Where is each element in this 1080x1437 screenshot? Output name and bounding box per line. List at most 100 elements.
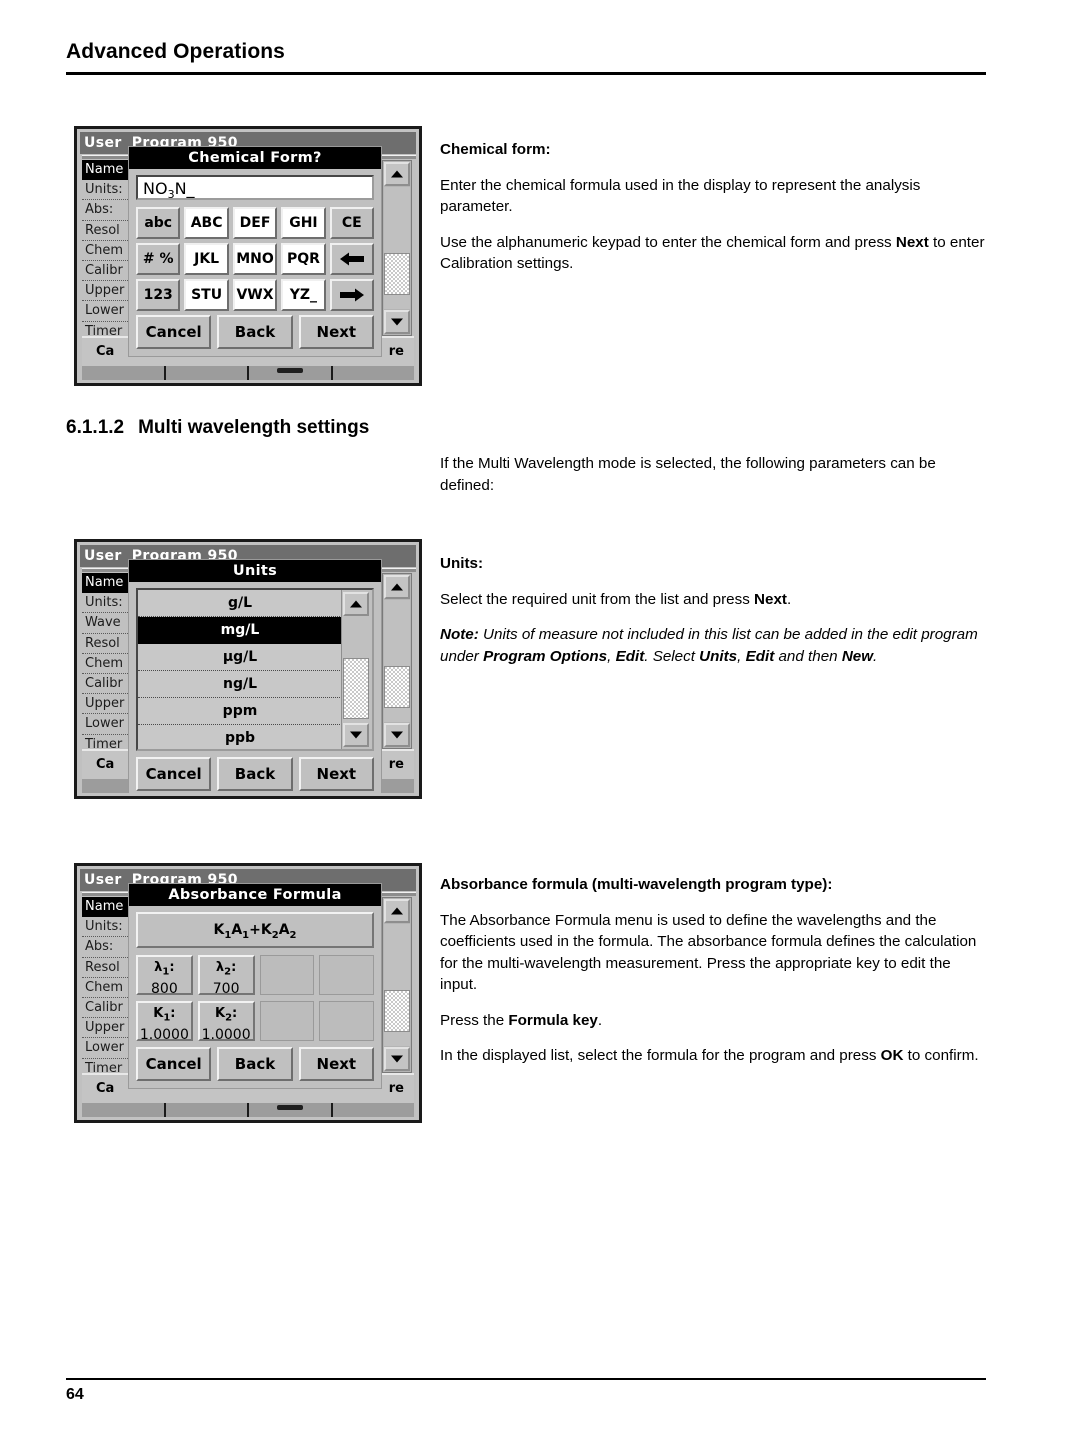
cancel-button[interactable]: Cancel <box>136 1047 212 1081</box>
wavelength-1-cell[interactable]: λ1: 800 <box>136 955 193 997</box>
coefficient-3-cell-empty[interactable] <box>259 1001 315 1041</box>
scroll-up-button[interactable] <box>384 162 410 186</box>
scrollbar-thumb[interactable] <box>384 253 410 295</box>
bottom-bar-left-label[interactable]: Ca <box>96 338 114 366</box>
back-button[interactable]: Back <box>217 757 293 791</box>
arrow-left-icon <box>339 252 364 266</box>
units-listbox[interactable]: g/L mg/L µg/L ng/L ppm ppb <box>136 588 374 751</box>
scrollbar-track[interactable] <box>384 924 410 1046</box>
next-button[interactable]: Next <box>298 315 374 349</box>
units-list-scrollbar[interactable] <box>341 590 372 749</box>
absorbance-paragraph-3: In the displayed list, select the formul… <box>440 1047 979 1064</box>
absorbance-paragraph-1: The Absorbance Formula menu is used to d… <box>440 911 977 994</box>
scrollbar-track[interactable] <box>384 187 410 309</box>
wavelength-row: λ1: 800 λ2: 700 <box>136 955 374 997</box>
key-DEF[interactable]: DEF <box>232 207 278 239</box>
scroll-down-button[interactable] <box>343 723 369 747</box>
next-button[interactable]: Next <box>298 1047 374 1081</box>
dialog-body: g/L mg/L µg/L ng/L ppm ppb Cancel Back N… <box>129 582 381 793</box>
next-button[interactable]: Next <box>298 757 374 791</box>
absorbance-paragraph-2: Press the Formula key. <box>440 1011 603 1029</box>
back-button[interactable]: Back <box>217 1047 293 1081</box>
wavelength-2-cell[interactable]: λ2: 700 <box>197 955 255 997</box>
bottom-bar-right-label[interactable]: re <box>389 338 404 366</box>
wavelength-3-cell-empty[interactable] <box>259 955 315 995</box>
key-cursor-right[interactable] <box>329 279 375 311</box>
scrollbar-track[interactable] <box>343 618 369 721</box>
formula-key-button[interactable]: K1A1+K2A2 <box>136 912 374 948</box>
units-paragraph-1: Select the required unit from the list a… <box>440 590 792 608</box>
key-STU[interactable]: STU <box>184 279 229 311</box>
coefficient-row: K1: 1.0000 K2: 1.0000 <box>136 1001 374 1043</box>
absorbance-formula-dialog: Absorbance Formula K1A1+K2A2 λ1: 800 λ2:… <box>128 883 382 1089</box>
units-dialog: Units g/L mg/L µg/L ng/L ppm ppb Cancel … <box>128 559 382 793</box>
units-list-item[interactable]: ng/L <box>138 671 342 698</box>
key-YZ[interactable]: YZ_ <box>281 279 326 311</box>
background-scrollbar[interactable] <box>382 897 412 1073</box>
dialog-title: Chemical Form? <box>129 147 381 169</box>
key-VWX[interactable]: VWX <box>232 279 278 311</box>
coefficient-1-label: K1: <box>153 1006 176 1024</box>
screenshot-units: User Program 950 Name Units: Wave Resol C… <box>74 539 422 799</box>
coefficient-1-value: 1.0000 <box>139 1026 189 1043</box>
wavelength-1-value: 800 <box>151 980 178 997</box>
header-rule <box>66 72 986 75</box>
key-ABC[interactable]: ABC <box>184 207 229 239</box>
chemical-form-input[interactable]: NO3N_ <box>136 175 374 201</box>
key-symbols[interactable]: # % <box>136 243 181 275</box>
back-button[interactable]: Back <box>217 315 293 349</box>
scroll-down-button[interactable] <box>384 723 410 747</box>
dialog-title: Absorbance Formula <box>129 884 381 906</box>
app-tab[interactable] <box>332 1103 414 1117</box>
app-tab-active[interactable] <box>249 366 333 380</box>
units-list-item[interactable]: µg/L <box>138 644 342 671</box>
key-CE[interactable]: CE <box>329 207 375 239</box>
scrollbar-thumb[interactable] <box>384 990 410 1032</box>
app-tab[interactable] <box>165 366 249 380</box>
app-tab[interactable] <box>82 366 166 380</box>
chemical-form-paragraph-2: Use the alphanumeric keypad to enter the… <box>440 233 985 273</box>
units-list-item-selected[interactable]: mg/L <box>138 617 342 644</box>
chemical-form-heading: Chemical form: <box>440 141 551 158</box>
key-GHI[interactable]: GHI <box>281 207 326 239</box>
app-tab[interactable] <box>82 1103 166 1117</box>
units-list-item[interactable]: ppb <box>138 725 342 749</box>
coefficient-2-cell[interactable]: K2: 1.0000 <box>197 1001 255 1043</box>
multi-wavelength-intro-copy: If the Multi Wavelength mode is selected… <box>440 453 992 496</box>
key-abc[interactable]: abc <box>136 207 181 239</box>
key-PQR[interactable]: PQR <box>281 243 326 275</box>
wavelength-4-cell-empty[interactable] <box>319 955 374 995</box>
scrollbar-track[interactable] <box>384 600 410 722</box>
section-number: 6.1.1.2 <box>66 417 125 438</box>
wavelength-1-label: λ1: <box>154 960 175 978</box>
app-tab[interactable] <box>332 366 414 380</box>
key-MNO[interactable]: MNO <box>232 243 278 275</box>
dialog-actions: Cancel Back Next <box>136 315 374 349</box>
cancel-button[interactable]: Cancel <box>136 315 212 349</box>
app-tab[interactable] <box>165 1103 249 1117</box>
bottom-bar-right-label[interactable]: re <box>389 751 404 779</box>
coefficient-4-cell-empty[interactable] <box>319 1001 374 1041</box>
bottom-bar-left-label[interactable]: Ca <box>96 1075 114 1103</box>
scroll-down-button[interactable] <box>384 310 410 334</box>
units-list-item[interactable]: ppm <box>138 698 342 725</box>
scrollbar-thumb[interactable] <box>343 658 369 719</box>
scroll-down-button[interactable] <box>384 1047 410 1071</box>
units-list-item[interactable]: g/L <box>138 590 342 617</box>
bottom-bar-right-label[interactable]: re <box>389 1075 404 1103</box>
coefficient-1-cell[interactable]: K1: 1.0000 <box>136 1001 193 1043</box>
key-cursor-left[interactable] <box>329 243 375 275</box>
app-tab-active[interactable] <box>249 1103 333 1117</box>
cancel-button[interactable]: Cancel <box>136 757 212 791</box>
key-JKL[interactable]: JKL <box>184 243 229 275</box>
scrollbar-thumb[interactable] <box>384 666 410 708</box>
scroll-up-button[interactable] <box>384 899 410 923</box>
scroll-up-button[interactable] <box>343 592 369 616</box>
background-scrollbar[interactable] <box>382 573 412 749</box>
background-scrollbar[interactable] <box>382 160 412 336</box>
formula-k1: K <box>213 922 225 938</box>
coefficient-2-label: K2: <box>215 1006 238 1024</box>
scroll-up-button[interactable] <box>384 575 410 599</box>
bottom-bar-left-label[interactable]: Ca <box>96 751 114 779</box>
key-123[interactable]: 123 <box>136 279 181 311</box>
